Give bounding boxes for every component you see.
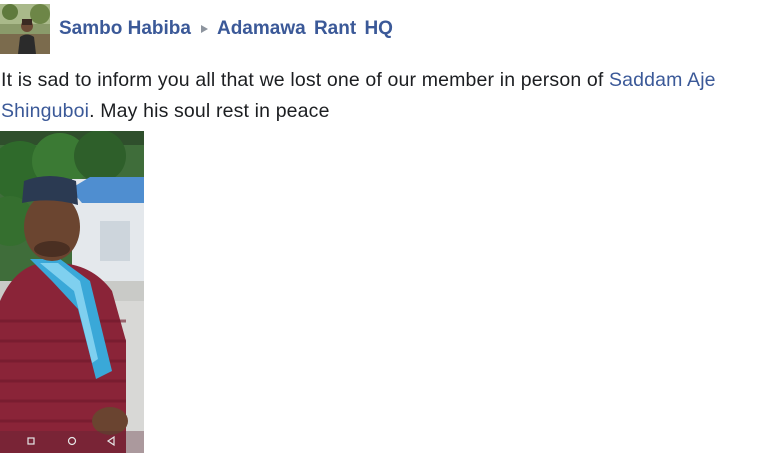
group-name-link[interactable]: Adamawa Rant HQ	[217, 18, 393, 40]
post-message: It is sad to inform you all that we lost…	[1, 65, 753, 127]
author-name-link[interactable]: Sambo Habiba	[59, 18, 191, 40]
triangle-right-icon	[200, 25, 208, 33]
post-photo[interactable]	[0, 131, 144, 453]
post-header: Sambo Habiba Adamawa Rant HQ	[0, 4, 393, 54]
author-avatar[interactable]	[0, 4, 50, 54]
post-card: Sambo Habiba Adamawa Rant HQ It is sad t…	[0, 0, 758, 458]
post-author-line: Sambo Habiba Adamawa Rant HQ	[59, 18, 393, 40]
message-text-end: . May his soul rest in peace	[89, 100, 330, 122]
message-text-start: It is sad to inform you all that we lost…	[1, 69, 610, 91]
